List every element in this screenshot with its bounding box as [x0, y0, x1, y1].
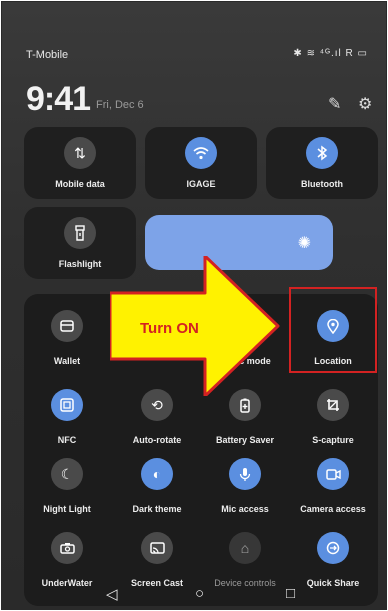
- clock: 9:41: [26, 80, 91, 118]
- tile-nfc[interactable]: NFC: [24, 389, 110, 459]
- bluetooth-icon: [306, 137, 338, 169]
- tile-label: Wallet: [53, 356, 81, 366]
- tile-wifi[interactable]: IGAGE: [145, 127, 257, 199]
- share-icon: [317, 532, 349, 564]
- tile-label: Quick Share: [306, 578, 360, 588]
- tile-underwater[interactable]: UnderWater: [24, 532, 110, 602]
- turn-on-arrow-annotation: Turn ON: [110, 256, 280, 396]
- wifi-icon: [185, 137, 217, 169]
- moon-icon: ☾: [51, 458, 83, 490]
- video-camera-icon: [317, 458, 349, 490]
- brightness-icon: ✺: [297, 235, 311, 252]
- contrast-icon: ◐: [141, 458, 173, 490]
- date-label: Fri, Dec 6: [96, 99, 144, 111]
- tile-label: NFC: [57, 435, 77, 445]
- tile-screen-cast[interactable]: Screen Cast: [114, 532, 200, 602]
- camera-icon: [51, 532, 83, 564]
- tile-label: Battery Saver: [215, 435, 275, 445]
- tile-s-capture[interactable]: S-capture: [290, 389, 376, 459]
- settings-icon[interactable]: ⚙: [358, 94, 372, 114]
- back-icon[interactable]: ◁: [106, 585, 118, 603]
- screenshot-icon: [317, 389, 349, 421]
- tile-bluetooth[interactable]: Bluetooth: [266, 127, 378, 199]
- tile-mobile-data[interactable]: ⇅ Mobile data: [24, 127, 136, 199]
- tile-label: IGAGE: [186, 179, 216, 189]
- recents-icon[interactable]: □: [286, 585, 295, 602]
- tile-label: Screen Cast: [130, 578, 184, 588]
- mobile-data-icon: ⇅: [64, 137, 96, 169]
- tile-wallet[interactable]: Wallet: [24, 310, 110, 380]
- tile-label: Night Light: [43, 504, 91, 514]
- cast-icon: [141, 532, 173, 564]
- phone-screen: T-Mobile ✱ ≋ ⁴ᴳ.ıl R ▭ 9:41 Fri, Dec 6 ✎…: [1, 1, 387, 610]
- tile-dark-theme[interactable]: ◐ Dark theme: [114, 458, 200, 528]
- edit-icon[interactable]: ✎: [328, 94, 341, 114]
- tile-label: Dark theme: [132, 504, 182, 514]
- tile-label: S-capture: [312, 435, 354, 445]
- tile-label: Mic access: [221, 504, 269, 514]
- status-icons: ✱ ≋ ⁴ᴳ.ıl R ▭: [293, 48, 368, 59]
- carrier-label: T-Mobile: [26, 49, 69, 61]
- tile-quick-share[interactable]: Quick Share: [290, 532, 376, 602]
- tile-battery-saver[interactable]: Battery Saver: [202, 389, 288, 459]
- tile-label: Bluetooth: [301, 179, 343, 189]
- flashlight-icon: [64, 217, 96, 249]
- tile-label: Mobile data: [55, 179, 105, 189]
- tile-auto-rotate[interactable]: ⟲ Auto-rotate: [114, 389, 200, 459]
- location-highlight-box: [289, 287, 377, 373]
- nfc-icon: [51, 389, 83, 421]
- tile-label: Camera access: [300, 504, 366, 514]
- tile-label: Device controls: [214, 578, 276, 588]
- wallet-icon: [51, 310, 83, 342]
- tile-device-controls[interactable]: ⌂ Device controls: [202, 532, 288, 602]
- tile-camera-access[interactable]: Camera access: [290, 458, 376, 528]
- tile-label: Auto-rotate: [132, 435, 182, 445]
- tile-night-light[interactable]: ☾ Night Light: [24, 458, 110, 528]
- annotation-text: Turn ON: [140, 320, 199, 337]
- home-button-icon[interactable]: ○: [195, 585, 204, 602]
- microphone-icon: [229, 458, 261, 490]
- home-icon: ⌂: [229, 532, 261, 564]
- tile-label: UnderWater: [41, 578, 93, 588]
- tile-mic-access[interactable]: Mic access: [202, 458, 288, 528]
